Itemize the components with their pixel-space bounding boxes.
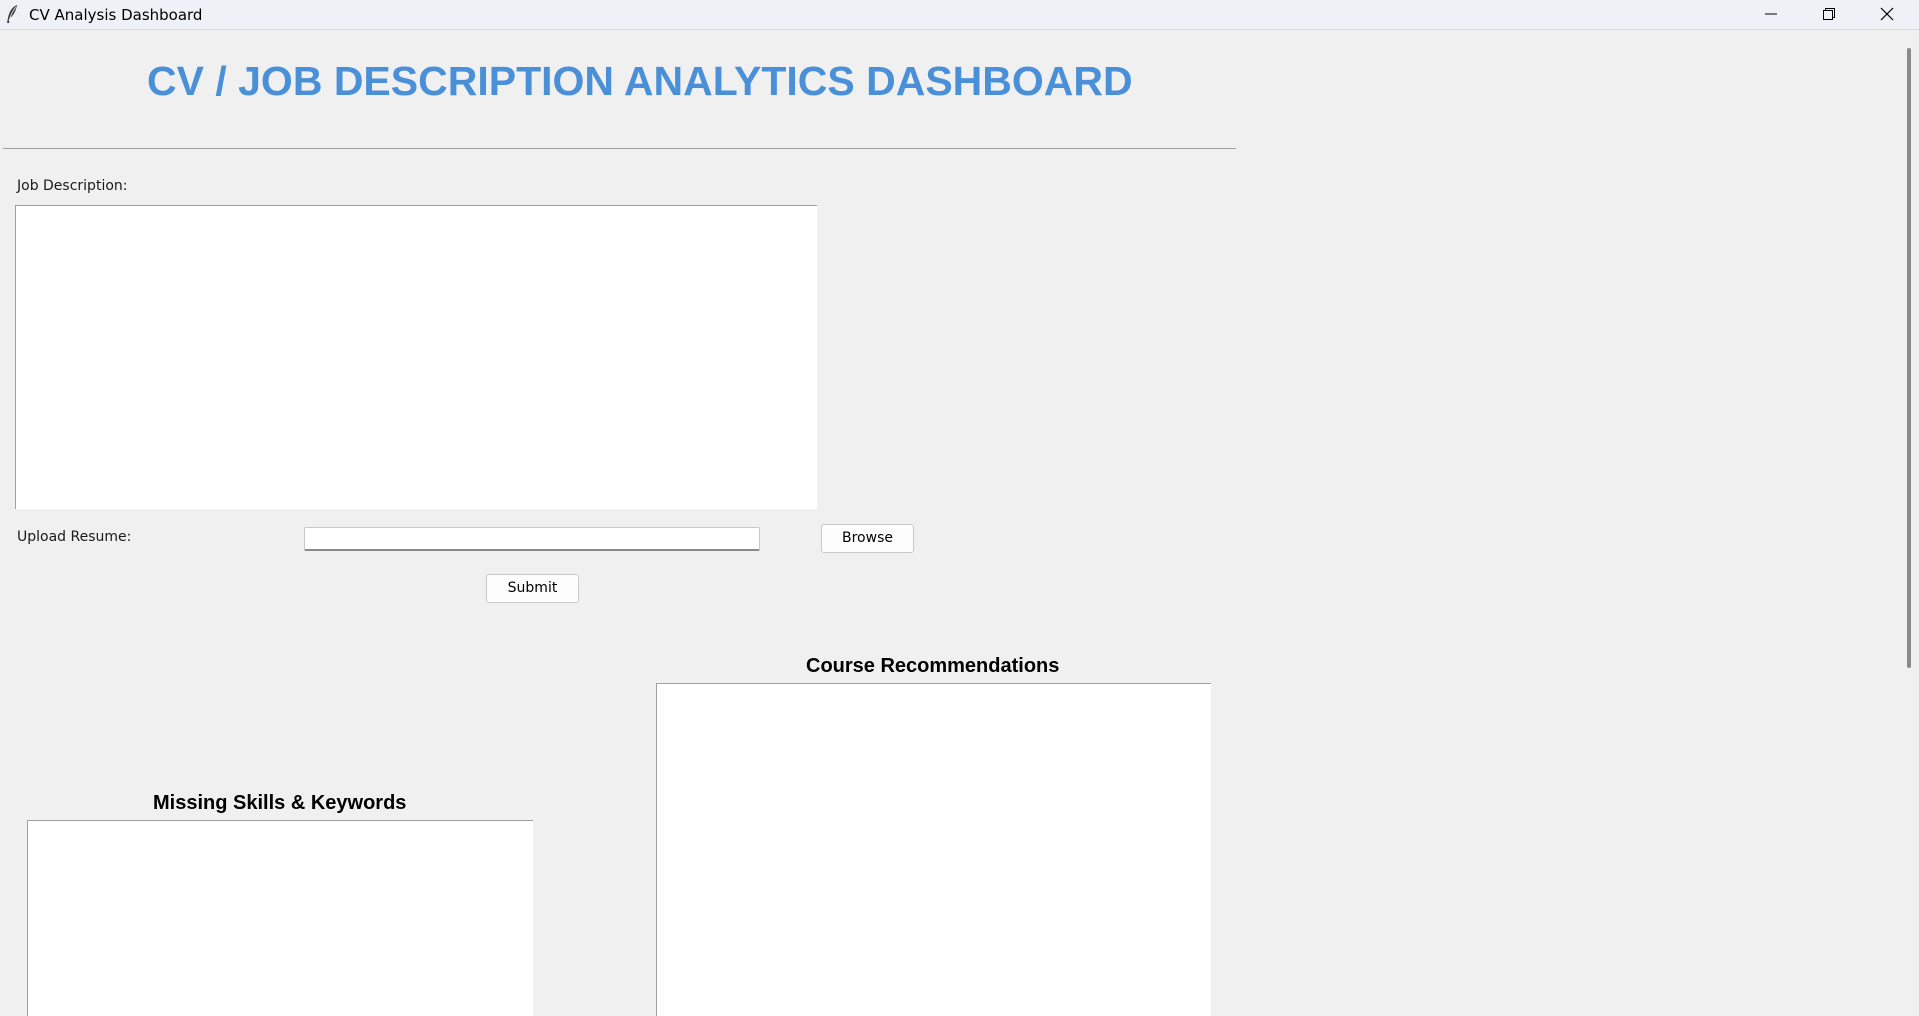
job-description-label: Job Description:	[17, 178, 128, 194]
submit-button[interactable]: Submit	[486, 574, 579, 603]
restore-icon	[1823, 8, 1835, 20]
browse-button[interactable]: Browse	[821, 524, 914, 553]
course-recommendations-box[interactable]	[656, 683, 1211, 1016]
job-description-textarea[interactable]	[15, 205, 817, 509]
resume-path-input[interactable]	[304, 527, 760, 551]
missing-skills-box[interactable]	[27, 820, 533, 1016]
minimize-button[interactable]	[1742, 0, 1800, 29]
minimize-icon	[1765, 13, 1777, 15]
header-divider	[3, 148, 1236, 149]
missing-skills-heading: Missing Skills & Keywords	[153, 792, 407, 814]
close-button[interactable]	[1858, 0, 1916, 29]
feather-icon	[4, 4, 22, 24]
dashboard-title: CV / JOB DESCRIPTION ANALYTICS DASHBOARD	[147, 58, 1133, 104]
close-icon	[1880, 7, 1894, 21]
window-title: CV Analysis Dashboard	[29, 6, 203, 24]
window-titlebar: CV Analysis Dashboard	[0, 0, 1919, 30]
restore-button[interactable]	[1800, 0, 1858, 29]
upload-resume-label: Upload Resume:	[17, 529, 132, 545]
course-recommendations-heading: Course Recommendations	[806, 655, 1060, 677]
vertical-scrollbar[interactable]	[1907, 48, 1911, 668]
